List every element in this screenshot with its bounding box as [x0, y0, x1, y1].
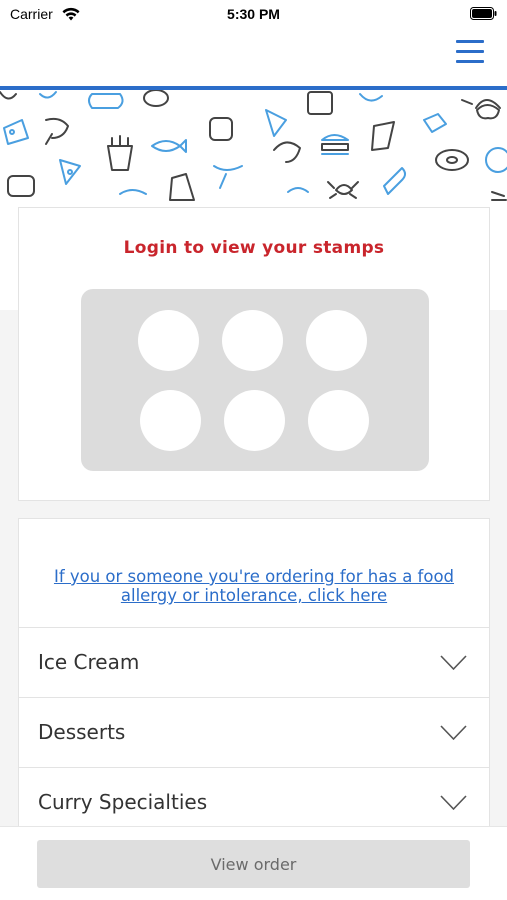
- chevron-down-icon: [440, 795, 467, 811]
- category-label: Ice Cream: [38, 650, 140, 674]
- view-order-button[interactable]: View order: [37, 840, 470, 888]
- stamp-card: Login to view your stamps: [18, 207, 490, 501]
- stamp-slot: [138, 310, 199, 371]
- status-time: 5:30 PM: [227, 6, 280, 22]
- bottom-bar: View order: [0, 826, 507, 900]
- category-row-desserts[interactable]: Desserts: [19, 697, 489, 767]
- login-stamps-prompt[interactable]: Login to view your stamps: [19, 238, 489, 258]
- nav-bar: [0, 30, 507, 86]
- category-label: Curry Specialties: [38, 790, 208, 814]
- category-row-ice-cream[interactable]: Ice Cream: [19, 627, 489, 697]
- allergy-info-link[interactable]: If you or someone you're ordering for ha…: [39, 567, 469, 605]
- stamp-slot: [222, 310, 283, 371]
- chevron-down-icon: [440, 725, 467, 741]
- status-bar: Carrier 5:30 PM: [0, 0, 507, 30]
- chevron-down-icon: [440, 655, 467, 671]
- stamp-slot: [140, 390, 201, 451]
- stamp-slot: [308, 390, 369, 451]
- stamp-grid: [81, 289, 429, 471]
- menu-card: If you or someone you're ordering for ha…: [18, 518, 490, 848]
- hamburger-menu-icon[interactable]: [456, 40, 484, 66]
- battery-icon: [470, 7, 497, 20]
- stamp-slot: [306, 310, 367, 371]
- category-label: Desserts: [38, 720, 126, 744]
- stamp-slot: [224, 390, 285, 451]
